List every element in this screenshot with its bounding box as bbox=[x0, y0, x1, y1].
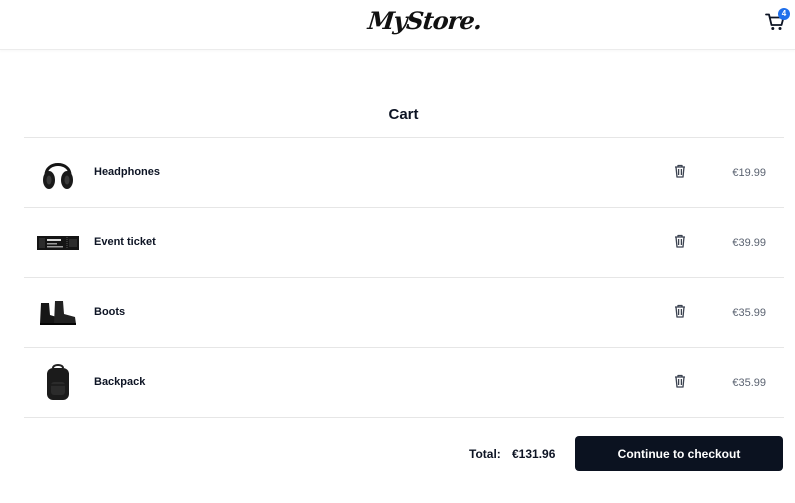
trash-icon[interactable] bbox=[673, 164, 689, 180]
store-logo[interactable]: MyStore. bbox=[366, 6, 482, 35]
cart-count-badge: 4 bbox=[778, 8, 790, 20]
continue-to-checkout-button[interactable]: Continue to checkout bbox=[575, 436, 783, 471]
ticket-icon bbox=[37, 236, 79, 250]
product-image-boots bbox=[36, 291, 80, 335]
trash-icon[interactable] bbox=[673, 374, 689, 390]
trash-icon[interactable] bbox=[673, 304, 689, 320]
logo-dot: . bbox=[472, 6, 483, 35]
item-price: €39.99 bbox=[732, 237, 766, 249]
cart-item: Backpack €35.99 bbox=[24, 348, 784, 418]
headphones-icon bbox=[43, 163, 73, 189]
cart-item: Headphones €19.99 bbox=[24, 138, 784, 208]
total-label: Total: bbox=[469, 447, 501, 461]
backpack-icon bbox=[47, 364, 69, 400]
logo-text: MyStore bbox=[366, 6, 476, 35]
cart-item: Event ticket €39.99 bbox=[24, 208, 784, 278]
trash-icon[interactable] bbox=[673, 234, 689, 250]
site-header: MyStore. 4 bbox=[0, 0, 795, 50]
item-name: Event ticket bbox=[94, 236, 156, 248]
product-image-ticket bbox=[36, 221, 80, 265]
total-value: €131.96 bbox=[512, 447, 556, 461]
cart-items-list: Headphones €19.99 Event ticket €39.99 Bo… bbox=[24, 137, 784, 418]
cart-item: Boots €35.99 bbox=[24, 278, 784, 348]
page-title: Cart bbox=[388, 106, 419, 123]
item-name: Backpack bbox=[94, 376, 146, 388]
item-name: Boots bbox=[94, 306, 126, 318]
item-price: €35.99 bbox=[732, 307, 766, 319]
boots-icon bbox=[40, 301, 76, 325]
cart-button[interactable]: 4 bbox=[764, 8, 790, 36]
product-image-headphones bbox=[36, 151, 80, 195]
product-image-backpack bbox=[36, 361, 80, 405]
item-price: €19.99 bbox=[732, 167, 766, 179]
item-price: €35.99 bbox=[732, 377, 766, 389]
item-name: Headphones bbox=[94, 166, 161, 178]
